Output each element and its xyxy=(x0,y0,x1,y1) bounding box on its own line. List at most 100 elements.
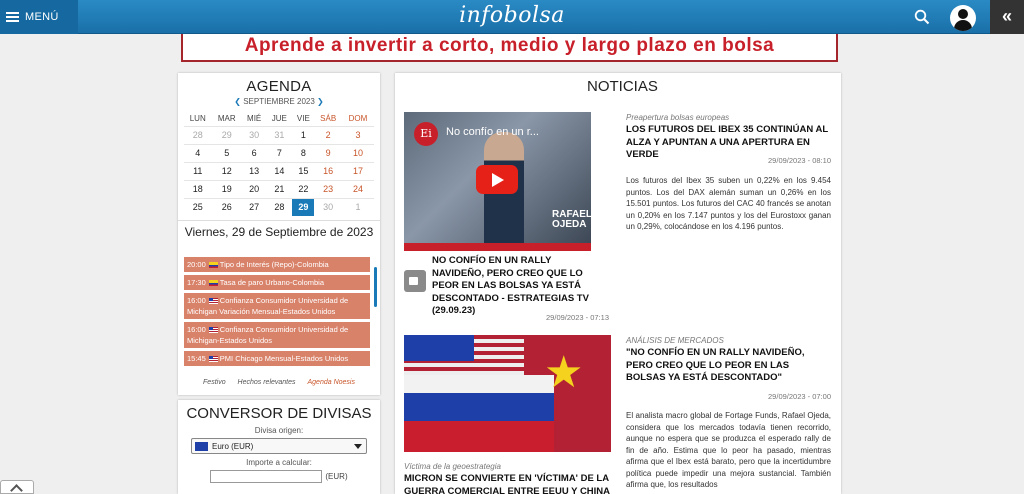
video-article-title[interactable]: NO CONFÍO EN UN RALLY NAVIDEÑO, PERO CRE… xyxy=(432,255,602,318)
calendar-day[interactable]: 18 xyxy=(184,179,212,198)
star-icon: ★ xyxy=(544,348,584,397)
weekday-header: LUN xyxy=(189,114,206,124)
calendar-day[interactable]: 4 xyxy=(184,143,212,162)
weekday-header: VIE xyxy=(296,114,310,124)
calendar-day[interactable]: 1 xyxy=(341,197,374,216)
site-logo[interactable]: infobolsa xyxy=(0,3,1024,28)
calendar-day[interactable]: 31 xyxy=(266,125,293,144)
month-label: SEPTIEMBRE 2023 xyxy=(243,97,315,106)
legend-holiday[interactable]: Festivo xyxy=(203,379,226,386)
user-avatar-icon[interactable] xyxy=(950,5,976,31)
calendar-day[interactable]: 8 xyxy=(292,143,315,162)
calendar-day[interactable]: 22 xyxy=(292,179,315,198)
scroll-up-button[interactable] xyxy=(0,480,34,494)
amount-unit: (EUR) xyxy=(325,472,348,481)
event-time: 17:30 xyxy=(187,278,206,287)
calendar-day[interactable]: 28 xyxy=(184,125,212,144)
agenda-event[interactable]: 16:00 Confianza Consumidor Universidad de… xyxy=(184,293,370,319)
legend-agenda-noesis[interactable]: Agenda Noesis xyxy=(307,379,354,386)
video-camera-icon xyxy=(404,270,426,292)
colombia-flag-icon xyxy=(208,262,218,269)
calendar-day[interactable]: 6 xyxy=(241,143,267,162)
calendar-day[interactable]: 24 xyxy=(341,179,374,198)
weekday-header: JUE xyxy=(271,114,287,124)
calendar-day[interactable]: 23 xyxy=(314,179,342,198)
calendar-day[interactable]: 20 xyxy=(241,179,267,198)
article1-date: 29/09/2023 - 08:10 xyxy=(768,156,831,165)
top-navigation-bar: MENÚ infobolsa « xyxy=(0,0,1024,34)
agenda-title: AGENDA xyxy=(246,78,312,95)
agenda-event[interactable]: 17:30 Tasa de paro Urbano-Colombia xyxy=(184,275,370,290)
presenter-name: RAFAEL OJEDA xyxy=(552,210,591,230)
calendar-day[interactable]: 21 xyxy=(266,179,293,198)
weekday-header: SÁB xyxy=(320,114,337,124)
calendar-day[interactable]: 1 xyxy=(292,125,315,144)
channel-logo-icon: Ei xyxy=(414,122,438,146)
calendar-day[interactable]: 13 xyxy=(241,161,267,180)
calendar-day[interactable]: 26 xyxy=(211,197,242,216)
calendar-day[interactable]: 7 xyxy=(266,143,293,162)
news-panel: NOTICIAS Ei No confío en un r... RAFAEL … xyxy=(395,73,841,494)
video-article-date: 29/09/2023 - 07:13 xyxy=(546,313,609,322)
usa-flag-icon xyxy=(208,298,218,305)
calendar-day[interactable]: 29 xyxy=(211,125,242,144)
event-time: 16:00 xyxy=(187,296,206,305)
calendar-day[interactable]: 12 xyxy=(211,161,242,180)
calendar-day[interactable]: 14 xyxy=(266,161,293,180)
calendar-day[interactable]: 30 xyxy=(314,197,342,216)
calendar-day[interactable]: 11 xyxy=(184,161,212,180)
colombia-flag-icon xyxy=(208,280,218,287)
event-list-scrollbar[interactable] xyxy=(374,267,377,307)
calendar-grid: LUN MAR MIÉ JUE VIE SÁB DOM 28 29 30 31 1 2 3 4 5 6 7 8 9 1… xyxy=(184,112,374,216)
next-month-icon[interactable]: ❯ xyxy=(317,97,324,106)
article2-title[interactable]: "NO CONFÍO EN UN RALLY NAVIDEÑO, PERO CR… xyxy=(626,347,831,385)
calendar-day[interactable]: 15 xyxy=(292,161,315,180)
calendar-day[interactable]: 27 xyxy=(241,197,267,216)
article3-title[interactable]: MICRON SE CONVIERTE EN 'VÍCTIMA' DE LA G… xyxy=(404,473,614,494)
currency-converter-panel: CONVERSOR DE DIVISAS Divisa origen: Euro… xyxy=(178,400,380,494)
eu-flag-icon xyxy=(195,441,208,451)
calendar-day[interactable]: 9 xyxy=(314,143,342,162)
amount-input[interactable] xyxy=(210,470,323,483)
weekday-header: MIÉ xyxy=(247,114,262,124)
article2-date: 29/09/2023 - 07:00 xyxy=(768,392,831,401)
article2-category[interactable]: ANÁLISIS DE MERCADOS xyxy=(626,336,724,345)
month-navigator: ❮ SEPTIEMBRE 2023 ❯ xyxy=(178,97,380,106)
origin-currency-select[interactable]: Euro (EUR) xyxy=(191,438,367,454)
calendar-day[interactable]: 29 xyxy=(292,197,315,216)
weekday-header: MAR xyxy=(217,114,236,124)
article2-image[interactable]: ★ xyxy=(404,335,611,452)
search-icon[interactable] xyxy=(914,9,930,25)
prev-month-icon[interactable]: ❮ xyxy=(234,97,241,106)
agenda-event[interactable]: 15:45 PMI Chicago Mensual-Estados Unidos xyxy=(184,351,370,366)
agenda-event[interactable]: 20:00 Tipo de Interés (Repo)-Colombia xyxy=(184,257,370,272)
calendar-day[interactable]: 5 xyxy=(211,143,242,162)
play-icon[interactable] xyxy=(476,165,518,194)
calendar-day[interactable]: 2 xyxy=(314,125,342,144)
article1-category[interactable]: Preapertura bolsas europeas xyxy=(626,113,729,122)
calendar-day[interactable]: 28 xyxy=(266,197,293,216)
event-text: Tipo de Interés (Repo)-Colombia xyxy=(219,260,329,269)
agenda-panel: AGENDA ❮ SEPTIEMBRE 2023 ❯ LUN MAR MIÉ JUE V… xyxy=(178,73,380,395)
legend-relevant-facts[interactable]: Hechos relevantes xyxy=(238,379,296,386)
weekday-header: DOM xyxy=(348,114,368,124)
calendar-day[interactable]: 25 xyxy=(184,197,212,216)
article2-summary: El analista macro global de Fortage Fund… xyxy=(626,411,831,489)
promo-banner[interactable]: Aprende a invertir a corto, medio y larg… xyxy=(181,34,838,62)
calendar-day[interactable]: 10 xyxy=(341,143,374,162)
origin-currency-label: Divisa origen: xyxy=(254,426,304,435)
calendar-day[interactable]: 3 xyxy=(341,125,374,144)
calendar-day[interactable]: 17 xyxy=(341,161,374,180)
calendar-day[interactable]: 19 xyxy=(211,179,242,198)
calendar-day[interactable]: 16 xyxy=(314,161,342,180)
collapse-sidebar-button[interactable]: « xyxy=(990,0,1024,34)
agenda-event[interactable]: 16:00 Confianza Consumidor Universidad de… xyxy=(184,322,370,348)
origin-currency-value: Euro (EUR) xyxy=(212,441,254,451)
calendar-day[interactable]: 30 xyxy=(241,125,267,144)
article3-category[interactable]: Víctima de la geoestrategia xyxy=(404,462,501,471)
news-title: NOTICIAS xyxy=(587,78,658,95)
amount-label: Importe a calcular: xyxy=(246,458,312,467)
video-thumbnail[interactable]: Ei No confío en un r... RAFAEL OJEDA xyxy=(404,112,591,251)
article1-summary: Los futuros del Ibex 35 suben un 0,22% e… xyxy=(626,176,831,231)
event-text: PMI Chicago Mensual-Estados Unidos xyxy=(219,354,349,363)
